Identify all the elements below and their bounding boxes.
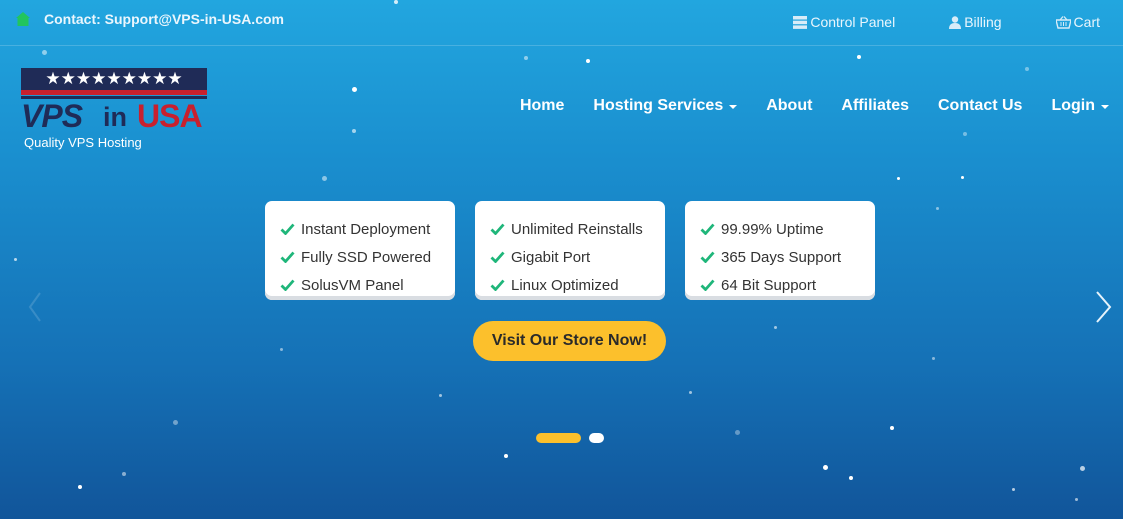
slide-dot-active[interactable] (536, 433, 581, 443)
logo-stars: ★★★★★★★★★ (45, 69, 183, 88)
check-icon (280, 251, 295, 263)
logo-wordmark: VPS in USA (21, 98, 203, 134)
feature-card: 99.99% Uptime 365 Days Support 64 Bit Su… (685, 201, 875, 300)
feature-card: Unlimited Reinstalls Gigabit Port Linux … (475, 201, 665, 300)
control-panel-link[interactable]: Control Panel (793, 14, 895, 30)
chevron-down-icon (729, 105, 738, 109)
server-icon (793, 15, 808, 29)
home-icon (16, 12, 30, 26)
check-icon (700, 251, 715, 263)
feature-item: Gigabit Port (490, 243, 665, 271)
check-icon (490, 223, 505, 235)
feature-item: Instant Deployment (280, 215, 455, 243)
nav-contact-us[interactable]: Contact Us (938, 97, 1022, 115)
feature-card: Instant Deployment Fully SSD Powered Sol… (265, 201, 455, 300)
logo-star-band: ★★★★★★★★★ (21, 68, 207, 90)
slider-pagination (536, 433, 604, 443)
feature-item: 99.99% Uptime (700, 215, 875, 243)
billing-link[interactable]: Billing (949, 14, 1002, 30)
feature-item: Linux Optimized (490, 271, 665, 299)
top-bar: Contact: Support@VPS-in-USA.com Control … (0, 0, 1123, 46)
billing-label: Billing (964, 14, 1002, 30)
cart-link[interactable]: Cart (1055, 14, 1100, 30)
check-icon (280, 223, 295, 235)
feature-item: 64 Bit Support (700, 271, 875, 299)
check-icon (700, 279, 715, 291)
slider-next-arrow-icon[interactable] (1095, 291, 1113, 323)
control-panel-label: Control Panel (810, 14, 896, 30)
contact-info: Contact: Support@VPS-in-USA.com (15, 11, 284, 27)
logo-tagline: Quality VPS Hosting (24, 135, 142, 150)
nav-about[interactable]: About (766, 97, 812, 115)
feature-item: SolusVM Panel (280, 271, 455, 299)
slider-prev-arrow-icon[interactable] (28, 292, 42, 322)
nav-affiliates[interactable]: Affiliates (841, 97, 909, 115)
basket-icon (1055, 15, 1071, 29)
cart-label: Cart (1073, 14, 1100, 30)
check-icon (490, 279, 505, 291)
user-icon (949, 15, 962, 29)
check-icon (700, 223, 715, 235)
nav-hosting-services[interactable]: Hosting Services (593, 97, 738, 115)
feature-item: 365 Days Support (700, 243, 875, 271)
visit-store-button[interactable]: Visit Our Store Now! (473, 321, 666, 361)
contact-email-text[interactable]: Contact: Support@VPS-in-USA.com (44, 11, 284, 27)
top-links: Control Panel Billing Cart (739, 14, 1100, 30)
check-icon (490, 251, 505, 263)
nav-home[interactable]: Home (520, 97, 564, 115)
main-nav: Home Hosting Services About Affiliates C… (491, 97, 1109, 115)
feature-item: Fully SSD Powered (280, 243, 455, 271)
feature-item: Unlimited Reinstalls (490, 215, 665, 243)
check-icon (280, 279, 295, 291)
site-logo[interactable]: ★★★★★★★★★ VPS in USA (21, 68, 207, 134)
slide-dot[interactable] (589, 433, 604, 443)
chevron-down-icon (1101, 105, 1109, 109)
nav-login[interactable]: Login (1051, 97, 1109, 115)
